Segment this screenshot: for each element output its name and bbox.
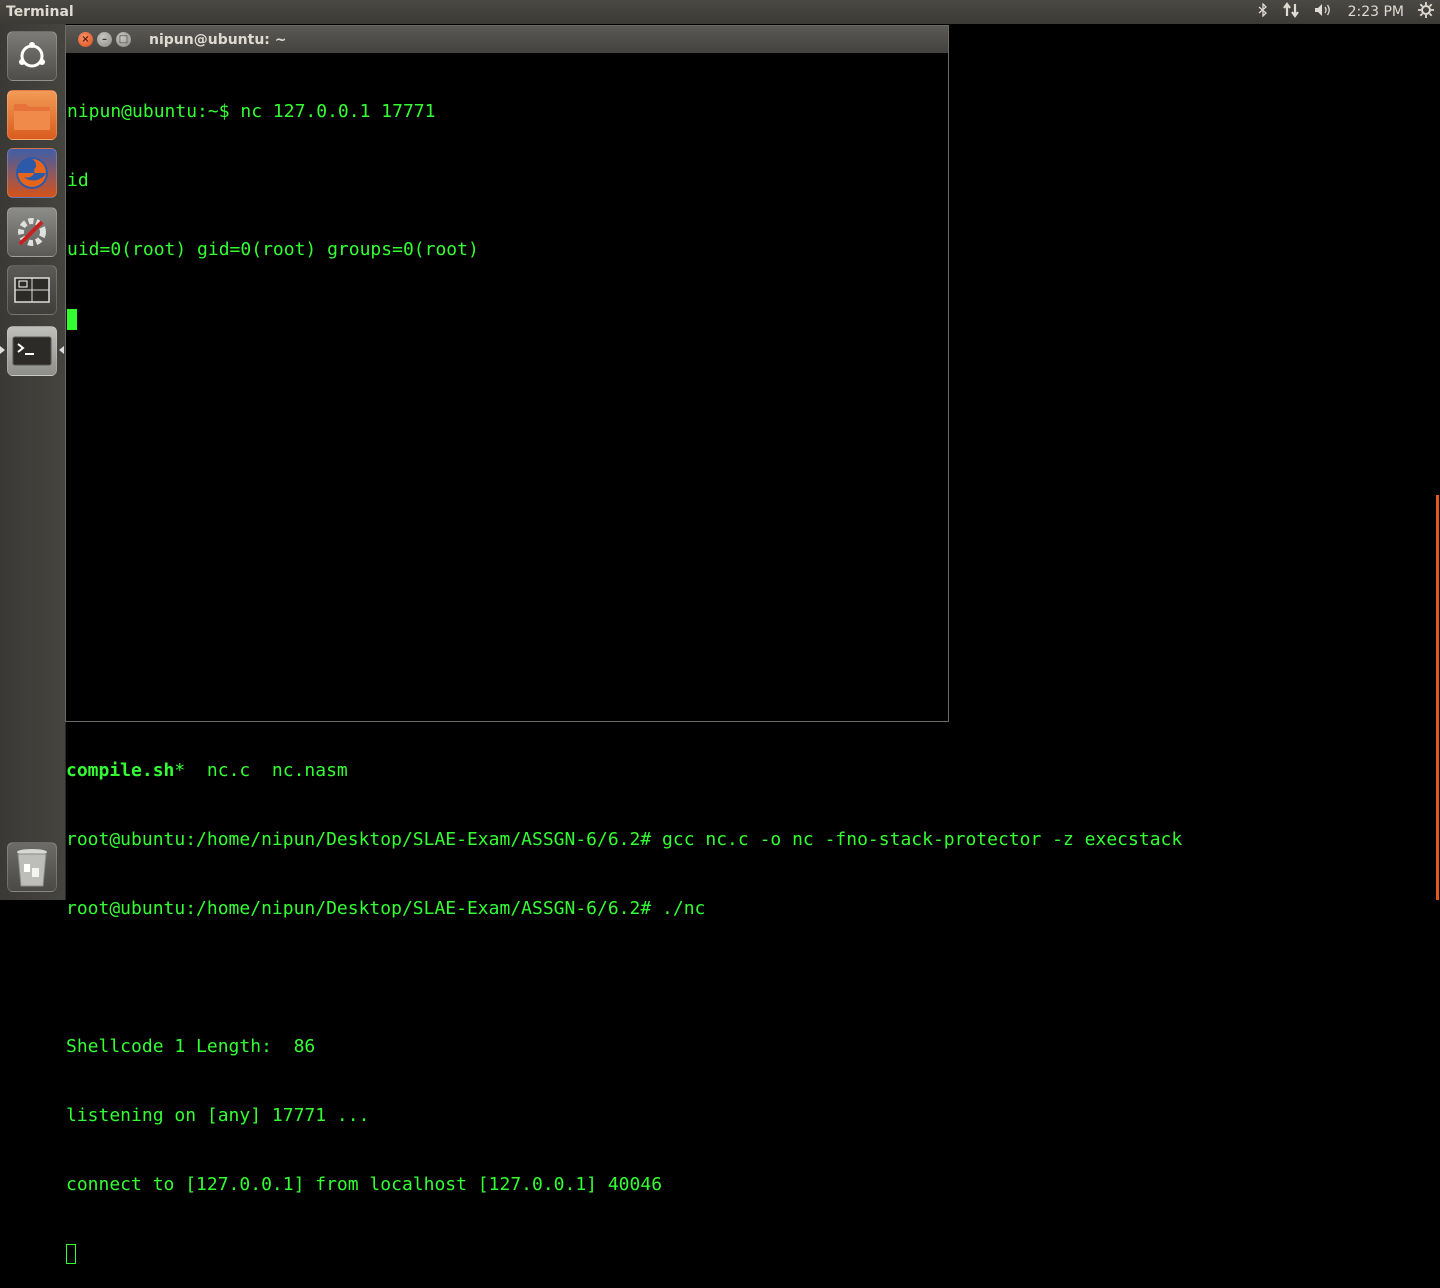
close-button[interactable]: ×	[78, 32, 93, 47]
maximize-icon: □	[118, 33, 129, 45]
files-icon[interactable]	[7, 90, 57, 140]
clock[interactable]: 2:23 PM	[1348, 4, 1404, 20]
terminal-cursor	[67, 308, 77, 330]
terminal-line: root@ubuntu:/home/nipun/Desktop/SLAE-Exa…	[66, 898, 706, 919]
terminal-line: compile.sh* nc.c nc.nasm	[66, 759, 1436, 782]
gear-icon[interactable]	[1418, 2, 1434, 22]
terminal-line: id	[67, 170, 89, 191]
close-icon: ×	[81, 33, 90, 45]
network-icon[interactable]	[1282, 2, 1300, 22]
file-suffix: *	[174, 760, 207, 781]
launcher	[0, 24, 66, 900]
file-compile: compile.sh	[66, 760, 175, 781]
file-list: nc.c nc.nasm	[206, 760, 348, 781]
maximize-button[interactable]: □	[116, 32, 131, 47]
terminal-prompt	[67, 307, 948, 330]
terminal-cursor	[66, 1244, 76, 1264]
dash-icon[interactable]	[7, 31, 57, 81]
app-title: Terminal	[6, 4, 74, 20]
terminal-line: uid=0(root) gid=0(root) groups=0(root)	[67, 239, 479, 260]
terminal-window[interactable]: × – □ nipun@ubuntu: ~ nipun@ubuntu:~$ nc…	[65, 25, 949, 722]
terminal-icon[interactable]	[7, 326, 57, 376]
window-title: nipun@ubuntu: ~	[149, 31, 287, 48]
terminal-line: root@ubuntu:/home/nipun/Desktop/SLAE-Exa…	[66, 829, 1183, 850]
terminal-line: connect to [127.0.0.1] from localhost [1…	[66, 1174, 663, 1195]
active-indicator-left	[0, 346, 5, 354]
background-terminal-output[interactable]: compile.sh* nc.c nc.nasm root@ubuntu:/ho…	[66, 713, 1436, 1288]
terminal-content[interactable]: nipun@ubuntu:~$ nc 127.0.0.1 17771 id ui…	[66, 54, 948, 376]
settings-icon[interactable]	[7, 207, 57, 257]
terminal-line: nipun@ubuntu:~$ nc 127.0.0.1 17771	[67, 101, 436, 122]
minimize-icon: –	[102, 33, 107, 45]
top-panel: Terminal 2:23 PM	[0, 0, 1440, 24]
firefox-icon[interactable]	[7, 148, 57, 198]
terminal-prompt	[66, 1242, 1436, 1265]
trash-icon[interactable]	[7, 842, 57, 892]
workspace-icon[interactable]	[7, 265, 57, 315]
bluetooth-icon[interactable]	[1258, 2, 1268, 21]
scroll-indicator	[1436, 495, 1439, 900]
window-titlebar[interactable]: × – □ nipun@ubuntu: ~	[66, 26, 948, 53]
active-indicator-right	[59, 346, 64, 354]
volume-icon[interactable]	[1314, 3, 1334, 21]
terminal-line: Shellcode 1 Length: 86	[66, 1036, 316, 1057]
minimize-button[interactable]: –	[97, 32, 112, 47]
terminal-line: listening on [any] 17771 ...	[66, 1105, 370, 1126]
